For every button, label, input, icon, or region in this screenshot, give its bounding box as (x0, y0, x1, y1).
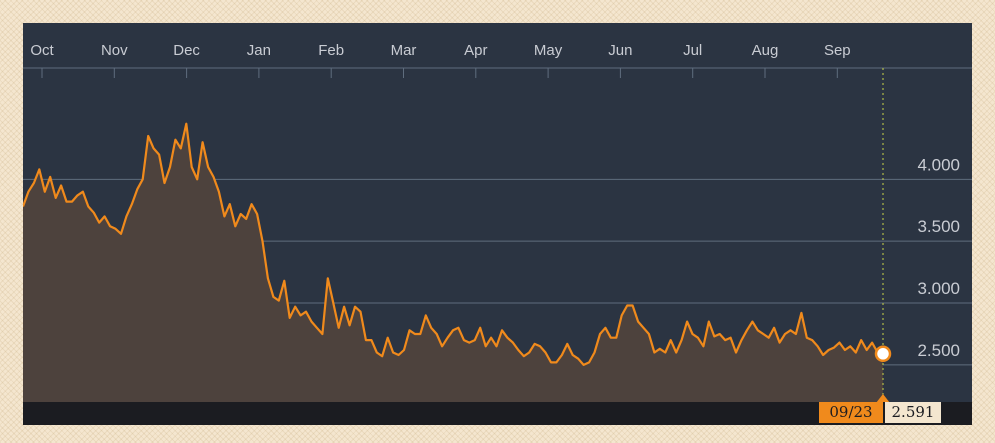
x-tick-label: Sep (824, 42, 851, 59)
y-tick-label: 2.500 (917, 341, 960, 360)
y-tick-label: 3.500 (917, 217, 960, 236)
date-badge: 09/23 (819, 402, 883, 423)
x-tick-label: Jul (683, 42, 702, 59)
value-badge: 2.591 (885, 402, 941, 423)
last-point-marker (874, 345, 892, 363)
x-tick-label: Apr (464, 42, 487, 59)
x-tick-label: Feb (318, 42, 344, 59)
x-tick-label: Nov (101, 42, 128, 59)
price-chart[interactable]: Oct Nov Dec Jan Feb Mar Apr May Jun Jul Aug Sep 4.0… (23, 23, 972, 425)
x-tick-label: Jan (247, 42, 271, 59)
chart-area: Oct Nov Dec Jan Feb Mar Apr May Jun Jul Aug Sep 4.0… (23, 23, 972, 425)
x-tick-label: May (534, 42, 563, 59)
x-tick-label: Aug (752, 42, 779, 59)
x-tick-label: Jun (608, 42, 632, 59)
x-tick-label: Mar (391, 42, 417, 59)
x-tick-label: Oct (30, 42, 54, 59)
y-tick-label: 4.000 (917, 155, 960, 174)
y-tick-label: 3.000 (917, 279, 960, 298)
x-tick-label: Dec (173, 42, 200, 59)
